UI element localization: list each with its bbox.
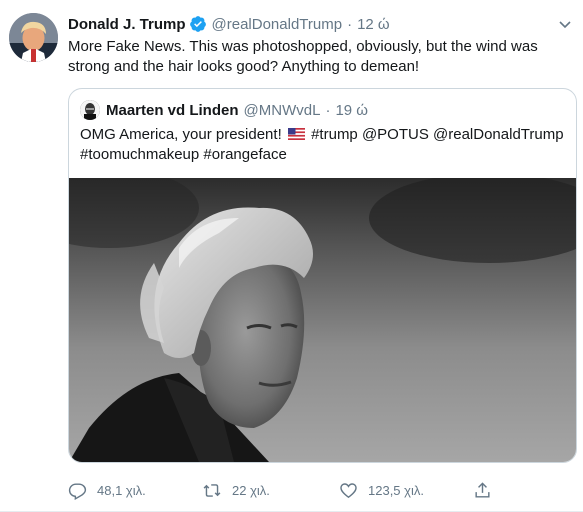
verified-badge-icon [189, 15, 207, 33]
reply-count: 48,1 χιλ. [97, 482, 146, 498]
like-count: 123,5 χιλ. [368, 482, 424, 498]
quoted-author-name[interactable]: Maarten vd Linden [106, 102, 239, 119]
author-name[interactable]: Donald J. Trump [68, 16, 186, 33]
like-button[interactable]: 123,5 χιλ. [339, 481, 424, 500]
reply-icon [68, 482, 87, 500]
quoted-tweet-header: Maarten vd Linden @MNWvdL · 19 ώ [80, 99, 368, 121]
quoted-text-part: OMG America, your president! [80, 126, 282, 143]
us-flag-icon [287, 126, 305, 140]
quoted-author-handle[interactable]: @MNWvdL [244, 102, 321, 119]
retweet-count: 22 χιλ. [232, 482, 270, 498]
tweet-text: More Fake News. This was photoshopped, o… [68, 38, 538, 75]
tweet-actions: 48,1 χιλ. 22 χιλ. 123,5 χιλ. [68, 478, 508, 502]
separator-dot: · [347, 15, 353, 33]
author-avatar[interactable] [9, 13, 58, 62]
quoted-tweet-timestamp[interactable]: 19 ώ [335, 102, 368, 119]
separator-dot: · [325, 101, 331, 119]
retweet-button[interactable]: 22 χιλ. [202, 481, 270, 500]
heart-icon [340, 482, 357, 498]
share-button[interactable] [473, 481, 502, 500]
quoted-tweet-text: OMG America, your president! #trump @POT… [80, 125, 570, 165]
quoted-author-avatar [80, 100, 100, 120]
chevron-down-icon[interactable] [557, 16, 573, 32]
author-handle[interactable]: @realDonaldTrump [212, 16, 343, 33]
tweet[interactable]: Donald J. Trump @realDonaldTrump · 12 ώ … [0, 0, 583, 512]
avatar-image [9, 13, 58, 62]
photo-image [69, 178, 576, 462]
quoted-tweet[interactable]: Maarten vd Linden @MNWvdL · 19 ώ OMG Ame… [68, 88, 577, 463]
share-icon [475, 481, 490, 498]
retweet-icon [203, 483, 221, 497]
reply-button[interactable]: 48,1 χιλ. [68, 481, 146, 500]
tweet-timestamp[interactable]: 12 ώ [357, 16, 390, 33]
quoted-tweet-photo[interactable] [69, 178, 576, 462]
tweet-header: Donald J. Trump @realDonaldTrump · 12 ώ [68, 13, 553, 35]
